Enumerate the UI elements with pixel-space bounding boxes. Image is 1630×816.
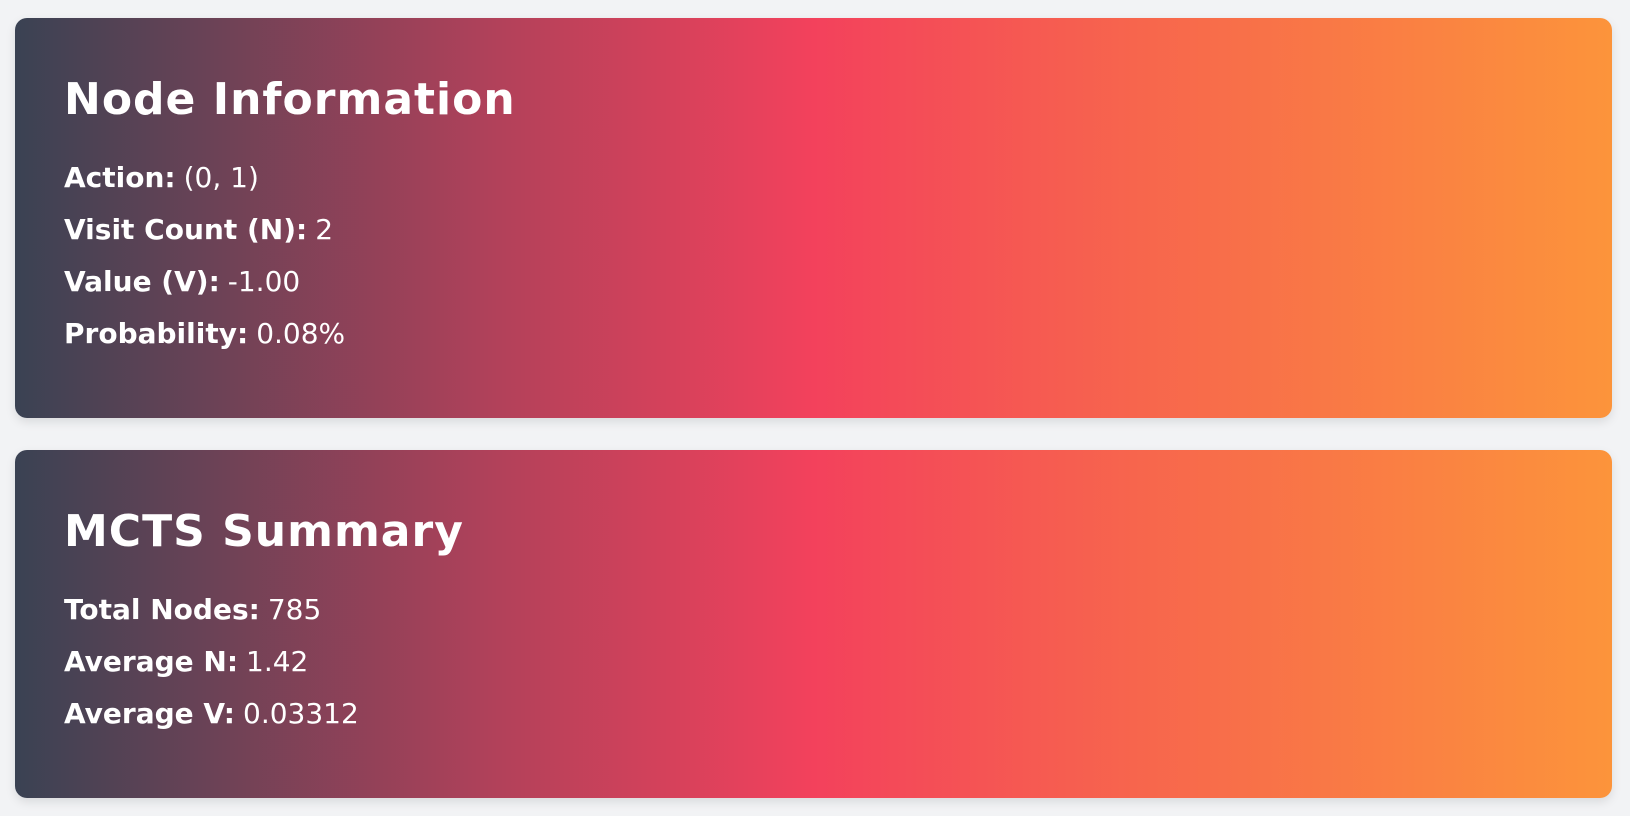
visit-count-row: Visit Count (N): 2 bbox=[64, 204, 1612, 256]
visit-count-label: Visit Count (N): bbox=[64, 213, 308, 246]
mcts-summary-card: MCTS Summary Total Nodes: 785 Average N: 1… bbox=[15, 450, 1612, 798]
mcts-summary-list: Total Nodes: 785 Average N: 1.42 Average V… bbox=[64, 584, 1612, 740]
node-information-card: Node Information Action: (0, 1) Visit Cou… bbox=[15, 18, 1612, 418]
mcts-summary-title: MCTS Summary bbox=[64, 506, 464, 557]
probability-value: 0.08% bbox=[256, 317, 346, 350]
average-n-label: Average N: bbox=[64, 645, 239, 678]
probability-label: Probability: bbox=[64, 317, 249, 350]
total-nodes-row: Total Nodes: 785 bbox=[64, 584, 1612, 636]
average-n-value: 1.42 bbox=[246, 645, 309, 678]
node-information-list: Action: (0, 1) Visit Count (N): 2 Value (V… bbox=[64, 152, 1612, 360]
action-row: Action: (0, 1) bbox=[64, 152, 1612, 204]
value-value: -1.00 bbox=[227, 265, 301, 298]
action-label: Action: bbox=[64, 161, 176, 194]
visit-count-value: 2 bbox=[315, 213, 334, 246]
action-value: (0, 1) bbox=[183, 161, 259, 194]
average-v-value: 0.03312 bbox=[243, 697, 359, 730]
value-label: Value (V): bbox=[64, 265, 220, 298]
value-row: Value (V): -1.00 bbox=[64, 256, 1612, 308]
average-n-row: Average N: 1.42 bbox=[64, 636, 1612, 688]
average-v-row: Average V: 0.03312 bbox=[64, 688, 1612, 740]
average-v-label: Average V: bbox=[64, 697, 236, 730]
total-nodes-value: 785 bbox=[267, 593, 322, 626]
probability-row: Probability: 0.08% bbox=[64, 308, 1612, 360]
node-information-title: Node Information bbox=[64, 74, 516, 125]
total-nodes-label: Total Nodes: bbox=[64, 593, 260, 626]
